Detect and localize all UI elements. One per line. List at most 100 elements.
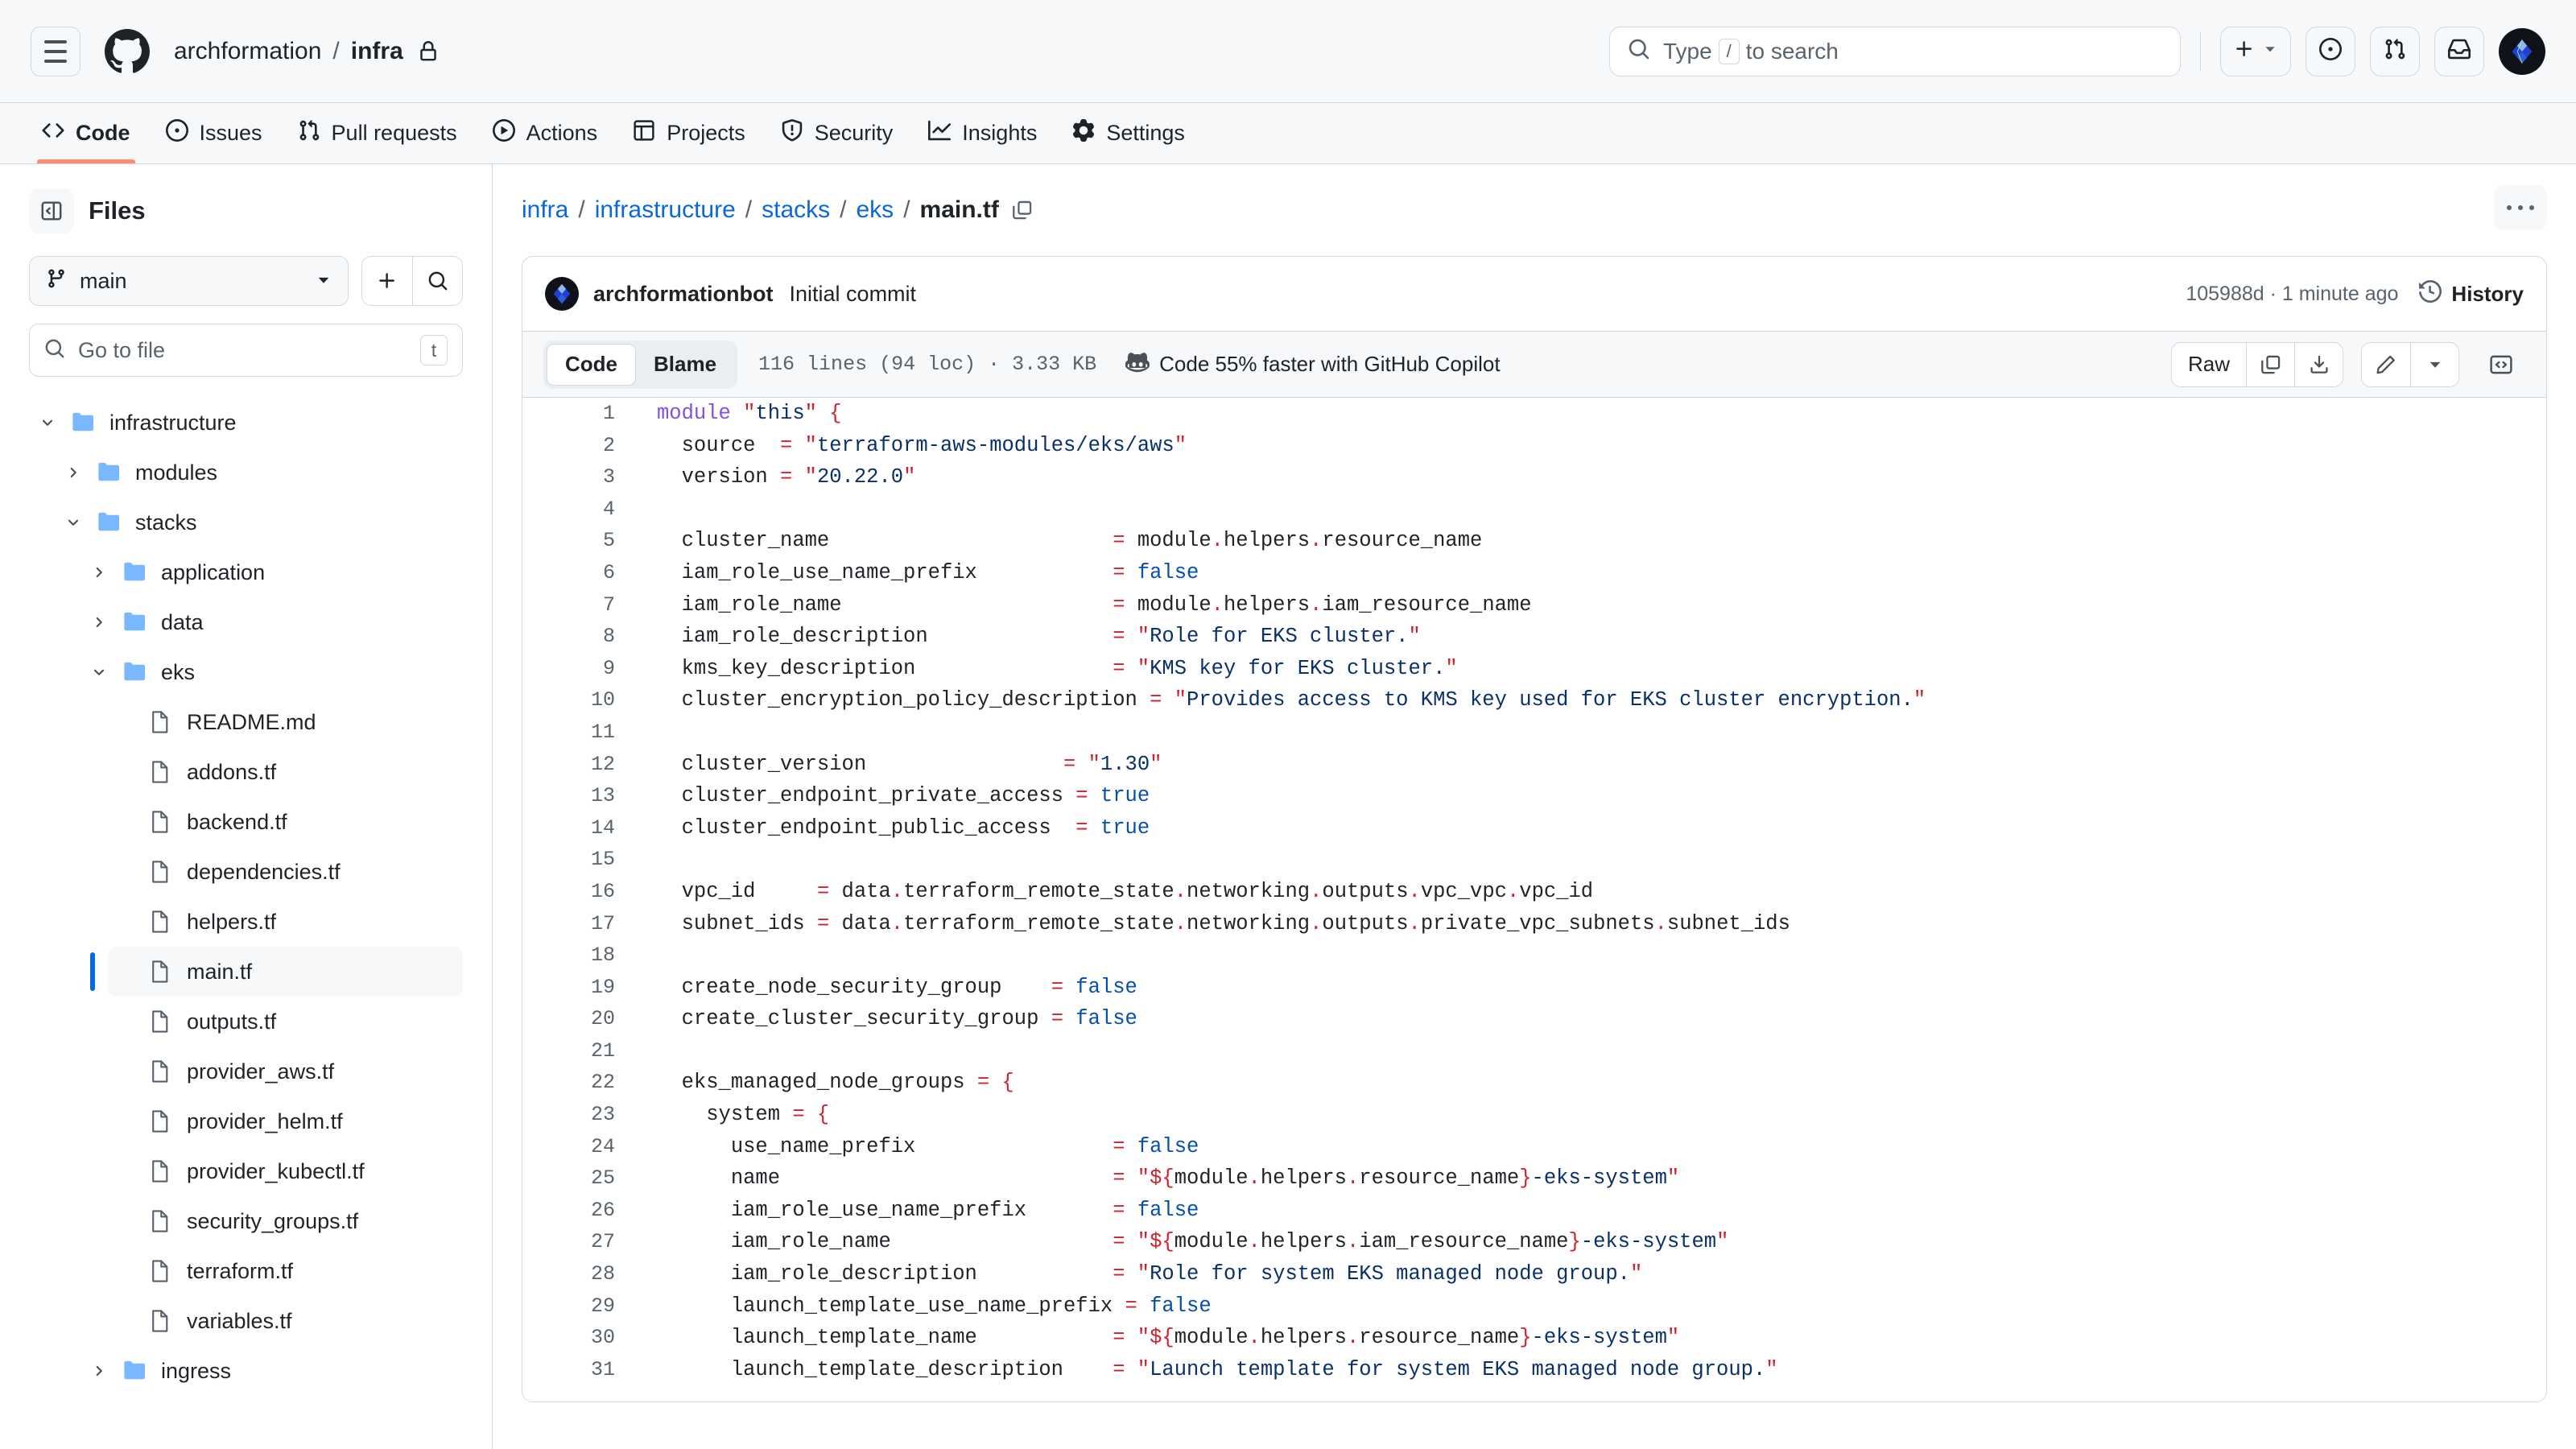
line-content[interactable]: eks_managed_node_groups = { bbox=[615, 1067, 1014, 1099]
line-number[interactable]: 22 bbox=[522, 1067, 615, 1099]
line-content[interactable]: system = { bbox=[615, 1099, 829, 1131]
tab-pull-requests[interactable]: Pull requests bbox=[280, 103, 475, 163]
line-content[interactable]: iam_role_name = "${module.helpers.iam_re… bbox=[615, 1226, 1729, 1258]
tab-code-view[interactable]: Code bbox=[547, 343, 636, 386]
line-number[interactable]: 27 bbox=[522, 1226, 615, 1258]
line-number[interactable]: 13 bbox=[522, 780, 615, 812]
tab-settings[interactable]: Settings bbox=[1055, 103, 1203, 163]
line-number[interactable]: 12 bbox=[522, 749, 615, 781]
tree-file-item[interactable]: terraform.tf bbox=[108, 1246, 463, 1296]
line-number[interactable]: 23 bbox=[522, 1099, 615, 1131]
tab-blame-view[interactable]: Blame bbox=[636, 344, 734, 386]
line-number[interactable]: 1 bbox=[522, 398, 615, 430]
tree-folder-item[interactable]: stacks bbox=[56, 497, 463, 547]
add-file-button[interactable] bbox=[362, 257, 412, 305]
tree-file-item[interactable]: backend.tf bbox=[108, 797, 463, 847]
line-content[interactable]: module "this" { bbox=[615, 398, 842, 430]
line-number[interactable]: 25 bbox=[522, 1162, 615, 1195]
chevron-right-icon[interactable] bbox=[82, 564, 116, 580]
repo-name-link[interactable]: infra bbox=[351, 38, 403, 65]
create-new-button[interactable] bbox=[2220, 26, 2291, 76]
line-content[interactable]: iam_role_description = "Role for system … bbox=[615, 1258, 1642, 1290]
tree-file-item[interactable]: README.md bbox=[108, 697, 463, 747]
breadcrumb-link[interactable]: infra bbox=[522, 196, 568, 224]
tab-projects[interactable]: Projects bbox=[615, 103, 763, 163]
commit-author-avatar[interactable] bbox=[545, 277, 579, 311]
line-number[interactable]: 24 bbox=[522, 1131, 615, 1163]
line-number[interactable]: 16 bbox=[522, 876, 615, 908]
line-content[interactable]: launch_template_name = "${module.helpers… bbox=[615, 1322, 1679, 1354]
tree-folder-item[interactable]: data bbox=[82, 597, 463, 647]
breadcrumb-link[interactable]: eks bbox=[857, 196, 894, 224]
tree-folder-item[interactable]: application bbox=[82, 547, 463, 597]
tree-file-item[interactable]: variables.tf bbox=[108, 1296, 463, 1346]
line-number[interactable]: 4 bbox=[522, 493, 615, 526]
tab-insights[interactable]: Insights bbox=[910, 103, 1055, 163]
notifications-inbox-button[interactable] bbox=[2434, 26, 2484, 76]
line-number[interactable]: 18 bbox=[522, 939, 615, 972]
line-content[interactable]: launch_template_use_name_prefix = false bbox=[615, 1290, 1212, 1323]
tab-actions[interactable]: Actions bbox=[475, 103, 616, 163]
tree-file-item[interactable]: helpers.tf bbox=[108, 897, 463, 947]
tree-folder-item[interactable]: modules bbox=[56, 448, 463, 497]
tree-file-item[interactable]: provider_helm.tf bbox=[108, 1096, 463, 1146]
line-number[interactable]: 19 bbox=[522, 972, 615, 1004]
line-content[interactable]: name = "${module.helpers.resource_name}-… bbox=[615, 1162, 1679, 1195]
issues-button[interactable] bbox=[2306, 26, 2355, 76]
line-content[interactable]: use_name_prefix = false bbox=[615, 1131, 1199, 1163]
copilot-promo[interactable]: Code 55% faster with GitHub Copilot bbox=[1125, 349, 1501, 379]
tree-file-item[interactable]: security_groups.tf bbox=[108, 1196, 463, 1246]
copy-raw-button[interactable] bbox=[2246, 342, 2294, 386]
repo-owner-link[interactable]: archformation bbox=[174, 38, 321, 65]
tree-folder-item[interactable]: eks bbox=[82, 647, 463, 697]
line-content[interactable]: launch_template_description = "Launch te… bbox=[615, 1354, 1778, 1386]
breadcrumb-link[interactable]: stacks bbox=[762, 196, 830, 224]
tab-issues[interactable]: Issues bbox=[148, 103, 280, 163]
commit-hash-and-time[interactable]: 105988d · 1 minute ago bbox=[2186, 283, 2398, 306]
line-content[interactable]: source = "terraform-aws-modules/eks/aws" bbox=[615, 430, 1187, 462]
search-files-button[interactable] bbox=[412, 257, 462, 305]
go-to-file-input[interactable]: Go to file t bbox=[29, 324, 463, 377]
line-content[interactable]: subnet_ids = data.terraform_remote_state… bbox=[615, 908, 1790, 940]
chevron-right-icon[interactable] bbox=[82, 1363, 116, 1379]
line-content[interactable]: cluster_name = module.helpers.resource_n… bbox=[615, 525, 1483, 557]
commit-author-name[interactable]: archformationbot bbox=[593, 282, 774, 307]
line-number[interactable]: 6 bbox=[522, 557, 615, 589]
symbols-panel-button[interactable] bbox=[2477, 342, 2525, 387]
edit-button[interactable] bbox=[2362, 342, 2410, 386]
search-input[interactable]: Type / to search bbox=[1609, 26, 2181, 76]
tree-folder-item[interactable]: infrastructure bbox=[31, 398, 463, 448]
line-number[interactable]: 21 bbox=[522, 1035, 615, 1067]
line-number[interactable]: 14 bbox=[522, 812, 615, 844]
line-number[interactable]: 2 bbox=[522, 430, 615, 462]
chevron-right-icon[interactable] bbox=[82, 614, 116, 630]
line-number[interactable]: 30 bbox=[522, 1322, 615, 1354]
chevron-down-icon[interactable] bbox=[56, 514, 90, 530]
github-logo-icon[interactable] bbox=[105, 28, 150, 74]
line-number[interactable]: 15 bbox=[522, 844, 615, 876]
line-content[interactable]: cluster_endpoint_public_access = true bbox=[615, 812, 1150, 844]
tree-file-item[interactable]: provider_aws.tf bbox=[108, 1046, 463, 1096]
tree-file-item[interactable]: provider_kubectl.tf bbox=[108, 1146, 463, 1196]
line-content[interactable]: iam_role_description = "Role for EKS clu… bbox=[615, 621, 1421, 653]
line-content[interactable]: create_node_security_group = false bbox=[615, 972, 1137, 1004]
line-number[interactable]: 3 bbox=[522, 461, 615, 493]
copy-path-button[interactable] bbox=[1012, 200, 1033, 221]
tab-security[interactable]: Security bbox=[763, 103, 911, 163]
line-number[interactable]: 26 bbox=[522, 1195, 615, 1227]
tree-file-item[interactable]: addons.tf bbox=[108, 747, 463, 797]
line-content[interactable]: iam_role_use_name_prefix = false bbox=[615, 1195, 1199, 1227]
line-number[interactable]: 5 bbox=[522, 525, 615, 557]
line-number[interactable]: 9 bbox=[522, 653, 615, 685]
line-number[interactable]: 10 bbox=[522, 684, 615, 716]
chevron-down-icon[interactable] bbox=[31, 415, 64, 431]
avatar[interactable] bbox=[2499, 27, 2545, 75]
line-number[interactable]: 8 bbox=[522, 621, 615, 653]
tree-file-item[interactable]: dependencies.tf bbox=[108, 847, 463, 897]
line-number[interactable]: 28 bbox=[522, 1258, 615, 1290]
code-viewer[interactable]: 1 module "this" {2 source = "terraform-aw… bbox=[522, 398, 2546, 1402]
line-number[interactable]: 17 bbox=[522, 908, 615, 940]
commit-message[interactable]: Initial commit bbox=[790, 282, 917, 307]
line-number[interactable]: 29 bbox=[522, 1290, 615, 1323]
pull-requests-button[interactable] bbox=[2370, 26, 2420, 76]
